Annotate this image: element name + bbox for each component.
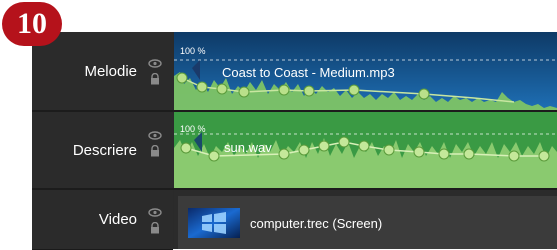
volume-keyframe xyxy=(413,146,425,158)
eye-icon[interactable] xyxy=(148,208,162,217)
track-name-video: Video xyxy=(98,211,137,228)
lock-icon[interactable] xyxy=(149,73,161,85)
video-clip[interactable]: computer.trec (Screen) xyxy=(178,196,557,249)
volume-keyframe xyxy=(358,140,370,152)
volume-keyframe xyxy=(216,83,228,95)
clip-title-descriere: sun.wav xyxy=(224,140,272,155)
volume-keyframe xyxy=(438,148,450,160)
volume-keyframe xyxy=(298,144,310,156)
eye-icon[interactable] xyxy=(148,131,162,140)
track-header-descriere[interactable]: Descriere xyxy=(32,112,173,189)
track-header-video[interactable]: Video xyxy=(32,190,173,250)
volume-keyframe xyxy=(383,144,395,156)
eye-icon[interactable] xyxy=(148,59,162,68)
volume-keyframe xyxy=(196,81,208,93)
volume-keyframe xyxy=(180,142,192,154)
volume-keyframe xyxy=(303,85,315,97)
audio-clip-descriere[interactable]: 100 % sun.wav xyxy=(174,112,557,188)
volume-keyframe xyxy=(418,88,430,100)
volume-keyframe xyxy=(278,148,290,160)
step-number-badge: 10 xyxy=(2,2,62,46)
volume-percent-descriere: 100 % xyxy=(180,124,206,134)
clip-title-video: computer.trec (Screen) xyxy=(250,216,383,231)
volume-keyframe xyxy=(176,72,188,84)
track-header-melodie[interactable]: Melodie xyxy=(32,32,173,111)
volume-percent-melodie: 100 % xyxy=(180,46,206,56)
volume-keyframe xyxy=(463,148,475,160)
track-name-melodie: Melodie xyxy=(84,62,137,80)
clip-title-melodie: Coast to Coast - Medium.mp3 xyxy=(222,65,395,80)
video-track-lane: computer.trec (Screen) xyxy=(174,190,557,249)
video-thumbnail xyxy=(188,208,240,238)
volume-keyframe xyxy=(508,150,520,162)
track-name-descriere: Descriere xyxy=(72,141,137,159)
volume-keyframe xyxy=(338,136,350,148)
volume-keyframe xyxy=(538,150,550,162)
lock-icon[interactable] xyxy=(149,145,161,157)
lock-icon[interactable] xyxy=(149,222,161,234)
audio-clip-melodie[interactable]: 100 % Coast to Coast - Medium.mp3 xyxy=(174,32,557,110)
volume-keyframe xyxy=(238,86,250,98)
volume-keyframe xyxy=(348,84,360,96)
volume-keyframe xyxy=(278,84,290,96)
volume-keyframe xyxy=(318,140,330,152)
volume-keyframe xyxy=(208,150,220,162)
